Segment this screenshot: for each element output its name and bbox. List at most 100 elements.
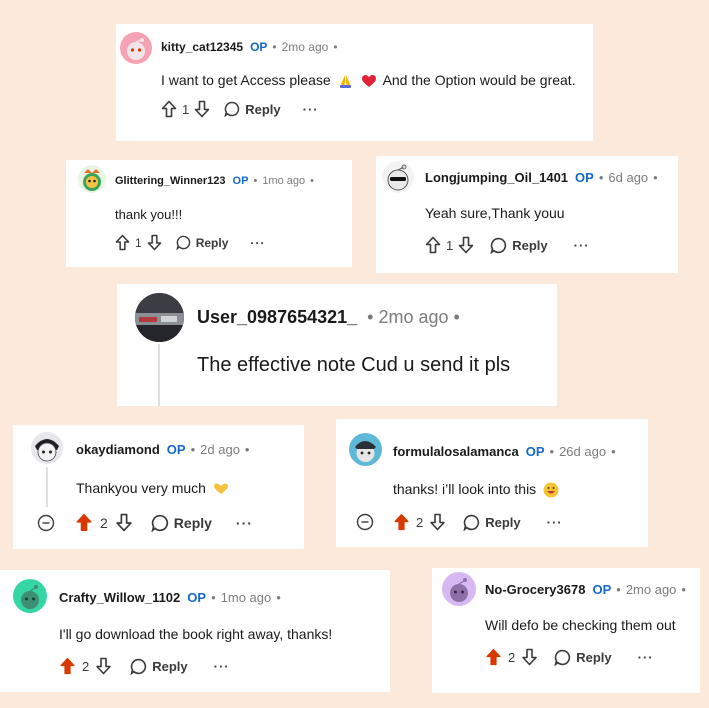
- vote-count: 2: [82, 658, 90, 674]
- collapse-thread-button[interactable]: [356, 513, 374, 531]
- downvote-arrow-icon: [116, 513, 132, 532]
- username[interactable]: kitty_cat12345: [161, 40, 243, 54]
- avatar[interactable]: [135, 293, 184, 342]
- avatar[interactable]: [31, 432, 63, 464]
- more-options-button[interactable]: ···: [303, 102, 319, 117]
- username[interactable]: Longjumping_Oil_1401: [425, 170, 568, 185]
- vote-count: 1: [135, 235, 142, 250]
- separator: •: [598, 170, 604, 185]
- username[interactable]: User_0987654321_: [197, 307, 357, 328]
- avatar[interactable]: [120, 32, 152, 64]
- upvote-button[interactable]: [75, 513, 93, 532]
- separator: •: [310, 175, 314, 187]
- upvote-button[interactable]: [485, 648, 502, 666]
- downvote-button[interactable]: [194, 100, 210, 118]
- upvote-button[interactable]: [115, 234, 130, 251]
- thread-line: [158, 344, 160, 406]
- downvote-arrow-icon: [458, 236, 474, 254]
- timestamp[interactable]: 2mo ago: [626, 582, 677, 597]
- op-badge: OP: [575, 170, 594, 185]
- downvote-button[interactable]: [429, 513, 446, 531]
- avatar[interactable]: [78, 165, 106, 193]
- thread-line: [46, 467, 48, 507]
- collapse-thread-button[interactable]: [37, 514, 55, 532]
- reply-button[interactable]: Reply: [554, 649, 612, 666]
- downvote-button[interactable]: [458, 236, 474, 254]
- comment-card: okaydiamond OP • 2d ago • Thankyou very …: [13, 425, 304, 549]
- separator: •: [244, 442, 250, 457]
- upvote-arrow-active-icon: [60, 657, 75, 675]
- reply-button[interactable]: Reply: [490, 237, 548, 254]
- avatar[interactable]: [382, 161, 414, 193]
- upvote-arrow-active-icon: [76, 513, 92, 532]
- timestamp[interactable]: 1mo ago: [262, 175, 305, 187]
- downvote-button[interactable]: [521, 648, 538, 666]
- snoo-avatar-icon: [387, 164, 409, 191]
- username[interactable]: No-Grocery3678: [485, 582, 585, 597]
- op-badge: OP: [187, 590, 207, 605]
- separator: •: [549, 444, 555, 459]
- comment-card: User_0987654321_ • 2mo ago • The effecti…: [117, 284, 557, 406]
- snoo-avatar-icon: [450, 578, 468, 602]
- more-options-button[interactable]: ···: [574, 238, 590, 253]
- downvote-button[interactable]: [147, 234, 162, 251]
- red-heart-emoji-icon: [362, 74, 377, 87]
- username[interactable]: okaydiamond: [76, 442, 160, 457]
- username[interactable]: Crafty_Willow_1102: [59, 590, 180, 605]
- upvote-button[interactable]: [161, 100, 177, 118]
- timestamp[interactable]: 2mo ago: [282, 40, 329, 54]
- upvote-arrow-icon: [161, 100, 177, 118]
- comment-text: The effective note Cud u send it pls: [197, 354, 511, 376]
- separator: •: [681, 582, 686, 597]
- username[interactable]: formulalosalamanca: [393, 444, 519, 459]
- reply-button[interactable]: Reply: [130, 658, 188, 675]
- separator: •: [276, 590, 281, 605]
- avatar[interactable]: [442, 572, 476, 606]
- timestamp[interactable]: 1mo ago: [221, 590, 272, 605]
- more-options-button[interactable]: ···: [214, 659, 230, 674]
- reply-button[interactable]: Reply: [151, 514, 212, 532]
- vote-count: 2: [416, 514, 424, 530]
- comment-text: Yeah sure,Thank youu: [425, 205, 565, 221]
- more-options-button[interactable]: ···: [638, 650, 654, 665]
- downvote-arrow-icon: [194, 100, 210, 118]
- reply-button[interactable]: Reply: [463, 514, 521, 531]
- comment-bubble-icon: [490, 237, 507, 254]
- more-options-button[interactable]: ···: [236, 515, 253, 531]
- comment-text: thank you!!!: [115, 207, 183, 222]
- timestamp[interactable]: 2mo ago: [378, 307, 448, 328]
- comment-text: I want to get Access please And the Opti…: [161, 72, 576, 89]
- upvote-arrow-active-icon: [394, 513, 409, 531]
- more-options-button[interactable]: ···: [250, 236, 265, 250]
- downvote-arrow-icon: [522, 648, 538, 666]
- username[interactable]: Glittering_Winner123: [115, 175, 226, 187]
- avatar[interactable]: [13, 579, 47, 613]
- downvote-arrow-icon: [430, 513, 446, 531]
- upvote-button[interactable]: [393, 513, 410, 531]
- reply-button[interactable]: Reply: [224, 101, 281, 117]
- grinning-face-emoji-icon: [543, 482, 559, 498]
- comment-card: No-Grocery3678 OP • 2mo ago • Will defo …: [432, 568, 700, 693]
- downvote-arrow-icon: [96, 657, 112, 675]
- comment-text: Thankyou very much: [76, 480, 232, 496]
- comment-text: Will defo be checking them out: [485, 617, 676, 633]
- op-badge: OP: [592, 582, 612, 597]
- more-options-button[interactable]: ···: [547, 515, 563, 530]
- upvote-button[interactable]: [425, 236, 441, 254]
- snoo-avatar-icon: [35, 439, 59, 462]
- upvote-arrow-icon: [115, 234, 130, 251]
- comment-card: formulalosalamanca OP • 26d ago • thanks…: [336, 419, 648, 547]
- comment-bubble-icon: [463, 514, 480, 531]
- upvote-arrow-icon: [425, 236, 441, 254]
- downvote-button[interactable]: [115, 513, 133, 532]
- upvote-button[interactable]: [59, 657, 76, 675]
- op-badge: OP: [250, 40, 268, 54]
- vote-count: 1: [446, 237, 454, 253]
- reply-button[interactable]: Reply: [176, 235, 228, 250]
- timestamp[interactable]: 2d ago: [200, 442, 240, 457]
- downvote-button[interactable]: [95, 657, 112, 675]
- avatar[interactable]: [349, 433, 382, 466]
- timestamp[interactable]: 6d ago: [608, 170, 648, 185]
- separator: •: [253, 175, 258, 187]
- timestamp[interactable]: 26d ago: [559, 444, 606, 459]
